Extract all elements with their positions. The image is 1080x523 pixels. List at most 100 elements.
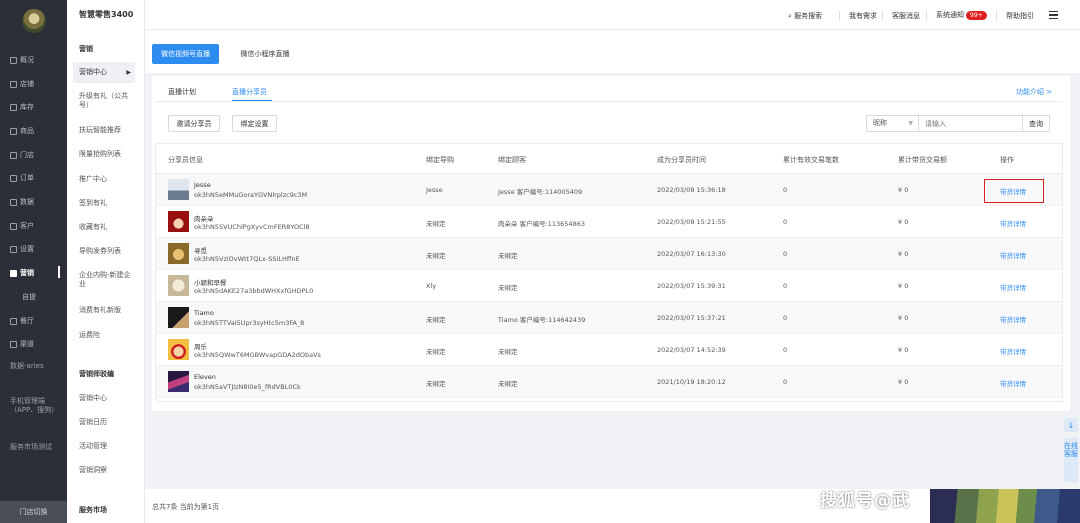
sub-item[interactable]: 限量抢购列表	[79, 150, 137, 159]
nav-settings[interactable]: 设置	[10, 244, 34, 254]
nav-label: 库存	[20, 103, 34, 111]
feature-intro-link[interactable]: 功能介绍 >	[1016, 87, 1052, 97]
bound-guide: Jesse	[426, 186, 443, 194]
notice-link[interactable]: 系统通知 99+	[936, 10, 987, 20]
marketing-icon	[10, 269, 17, 277]
table-row: Eleven ok3hN5aVTJlzN8i0e5_fRdVBL0Ck 未绑定 …	[156, 366, 1062, 398]
column-header: 绑定导购	[426, 156, 454, 164]
trade-count: 0	[783, 346, 788, 354]
watermark-text: 搜狐号@武	[820, 491, 910, 511]
nav-goods[interactable]: 商品	[10, 126, 34, 136]
order-icon	[10, 174, 17, 182]
sharer-openid: ok3hN5TTVaI5Upr3syHtc5m3FA_8	[194, 319, 305, 327]
table-row: 小颖和早餐 ok3hN5dAKE27a3bbdWHXxfGHDPL0 Xly 未…	[156, 270, 1062, 302]
store-switch-button[interactable]: 门店切换	[0, 501, 67, 523]
online-service-button[interactable]: 在线客服	[1064, 438, 1078, 482]
tab-miniprogram-live[interactable]: 微信小程序直播	[229, 44, 301, 64]
active-indicator	[58, 266, 60, 278]
sharer-openid: ok3hN5VziOvWtt7QLx-SSILHffnE	[194, 255, 300, 263]
bound-customer: Jesse 客户编号:114005409	[498, 188, 583, 196]
nav-marketing[interactable]: 营销	[10, 268, 34, 278]
nav-pickup[interactable]: 自提	[22, 292, 36, 302]
needs-link[interactable]: 我有需求	[849, 11, 877, 21]
trade-count: 0	[783, 282, 788, 290]
sub-item[interactable]: 营销中心	[79, 394, 137, 403]
sharer-openid: ok3hN5eMMuGoraYGVNlrplzc9c3M	[194, 191, 308, 199]
bound-customer: 未绑定	[498, 284, 518, 292]
nav-store[interactable]: 店铺	[10, 79, 34, 89]
customer-icon	[10, 222, 17, 230]
nav-mobile-mgmt[interactable]: 手机管理端（APP、搜狗）	[10, 397, 60, 415]
goods-detail-link[interactable]: 带货详情	[1000, 282, 1026, 292]
trade-amount: ¥ 0	[898, 346, 909, 354]
bound-customer: 未绑定	[498, 348, 518, 356]
goods-detail-link[interactable]: 带货详情	[1000, 314, 1026, 324]
avatar[interactable]	[22, 9, 46, 33]
search-button[interactable]: 查询	[1023, 115, 1050, 132]
nav-overview[interactable]: 概况	[10, 55, 34, 65]
download-icon[interactable]: ↓	[1064, 418, 1078, 432]
sub-heading-3: 服务市场	[79, 506, 107, 514]
nav-shop[interactable]: 门店	[10, 150, 34, 160]
sharer-name: Tiamo	[194, 309, 214, 317]
select-value: 昵称	[873, 119, 887, 127]
sub-item[interactable]: 消费有礼新版	[79, 306, 137, 315]
goods-detail-link[interactable]: 带货详情	[1000, 218, 1026, 228]
sharer-openid: ok3hN5dAKE27a3bbdWHXxfGHDPL0	[194, 287, 314, 295]
sub-item[interactable]: 企业内购-新建企业	[79, 271, 137, 289]
goods-detail-link[interactable]: 带货详情	[1000, 378, 1026, 388]
goods-detail-link[interactable]: 带货详情	[1000, 250, 1026, 260]
sharer-time: 2022/03/07 15:39:31	[657, 282, 726, 290]
nav-order[interactable]: 订单	[10, 173, 34, 183]
overview-icon	[10, 56, 17, 64]
nav-inventory[interactable]: 库存	[10, 102, 34, 112]
search-field-select[interactable]: 昵称 ▼	[866, 115, 918, 132]
nav-channel[interactable]: 渠道	[10, 339, 34, 349]
chevron-down-icon: ▼	[908, 120, 913, 127]
sharer-table: 分享员信息 绑定导购 绑定顾客 成为分享员时间 累计有效交易笔数 累计带货交易额…	[155, 143, 1063, 402]
table-row: Jesse ok3hN5eMMuGoraYGVNlrplzc9c3M Jesse…	[156, 174, 1062, 206]
column-header: 累计有效交易笔数	[783, 156, 839, 164]
invite-sharer-button[interactable]: 邀请分享员	[168, 115, 220, 132]
sub-item[interactable]: 扶玩智能推荐	[79, 126, 137, 135]
nav-label: 餐厅	[20, 317, 34, 325]
bound-guide: 未绑定	[426, 348, 446, 356]
sub-item[interactable]: 升级有礼（公共号）	[79, 92, 137, 110]
divider	[996, 11, 997, 20]
trade-amount: ¥ 0	[898, 186, 909, 194]
bind-settings-button[interactable]: 绑定设置	[232, 115, 277, 132]
sub-item[interactable]: 推广中心	[79, 175, 137, 184]
service-msg-link[interactable]: 客服消息	[892, 11, 920, 21]
sub-item[interactable]: 签到有礼	[79, 199, 137, 208]
sub-item[interactable]: 收藏有礼	[79, 223, 137, 232]
sub-item[interactable]: 营销日历	[79, 418, 137, 427]
nav-service-test[interactable]: 服务市场测试	[10, 443, 60, 452]
divider	[926, 11, 927, 20]
service-search[interactable]: ⌕ 服务搜索	[788, 11, 822, 21]
sub-item[interactable]: 导购发券列表	[79, 247, 137, 256]
nav-data[interactable]: 数据	[10, 197, 34, 207]
sub-item[interactable]: 活动管理	[79, 442, 137, 451]
search-input[interactable]	[918, 115, 1023, 132]
nav-label: 店铺	[20, 80, 34, 88]
sub-item[interactable]: 营销洞察	[79, 466, 137, 475]
menu-icon[interactable]	[1049, 11, 1058, 19]
tab-live-sharer[interactable]: 直播分享员	[232, 87, 267, 97]
sub-heading-marketing: 营销	[79, 45, 93, 53]
tab-live-plan[interactable]: 直播计划	[168, 87, 196, 97]
trade-amount: ¥ 0	[898, 250, 909, 258]
trade-amount: ¥ 0	[898, 218, 909, 226]
nav-data-aries[interactable]: 数据-aries	[10, 362, 55, 371]
goods-detail-link[interactable]: 带货详情	[1000, 346, 1026, 356]
sub-item[interactable]: 运费险	[79, 331, 137, 340]
tab-wechat-channels-live[interactable]: 微信视频号直播	[152, 44, 219, 64]
help-link[interactable]: 帮助指引	[1006, 11, 1034, 21]
sub-item-marketing-center[interactable]: 营销中心 ▶	[73, 62, 135, 83]
bound-customer: 未绑定	[498, 380, 518, 388]
nav-label: 营销	[20, 269, 34, 277]
column-header: 绑定顾客	[498, 156, 526, 164]
nav-restaurant[interactable]: 餐厅	[10, 316, 34, 326]
sharer-name: 小颖和早餐	[194, 279, 227, 287]
trade-amount: ¥ 0	[898, 378, 909, 386]
nav-customer[interactable]: 客户	[10, 221, 34, 231]
